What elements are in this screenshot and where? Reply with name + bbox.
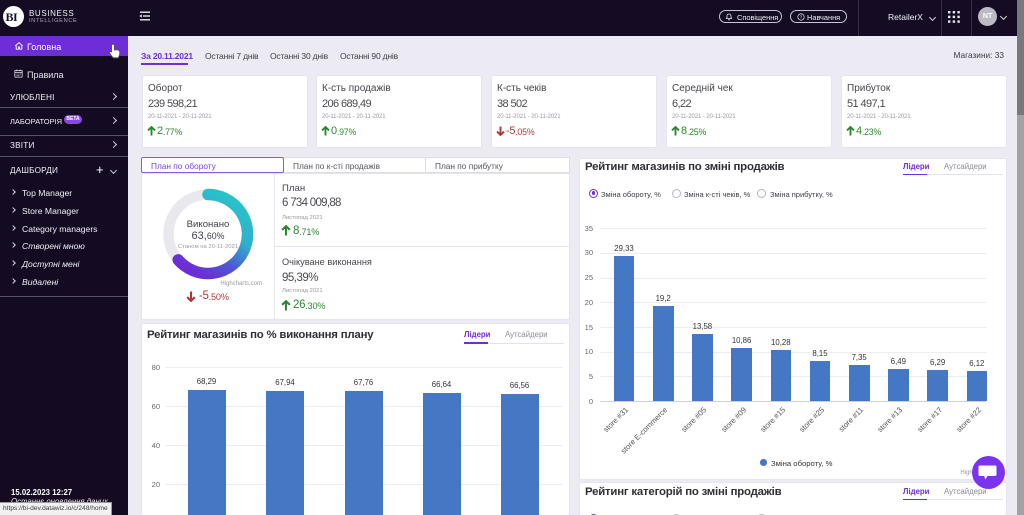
svg-text:?: ? [799,14,802,19]
